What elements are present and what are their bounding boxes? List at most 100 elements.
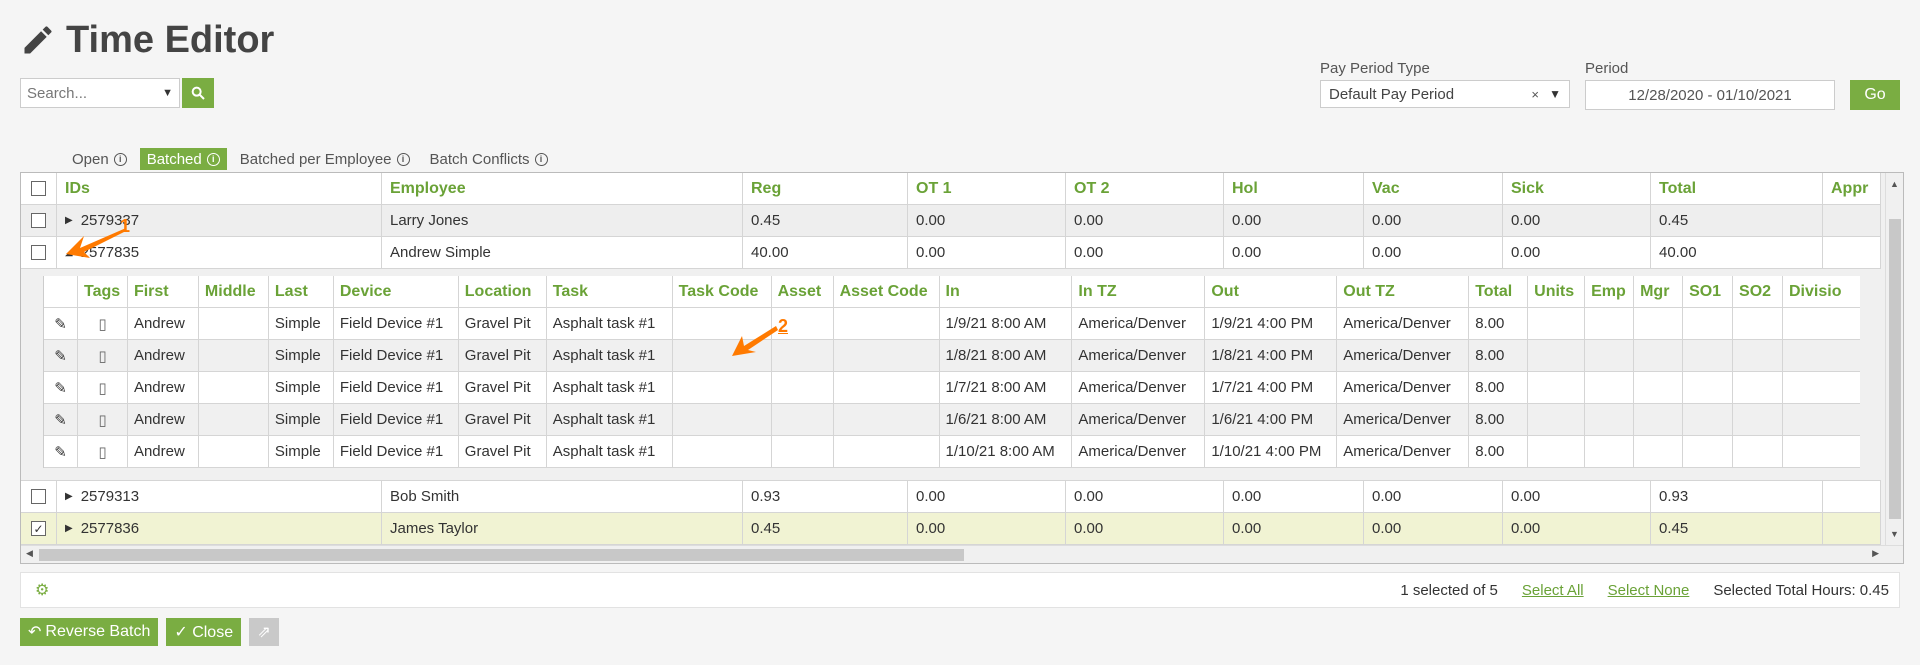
select-all-link[interactable]: Select All [1522,582,1584,599]
row-checkbox[interactable] [31,489,46,504]
col-vac[interactable]: Vac [1364,173,1503,204]
col-reg[interactable]: Reg [743,173,908,204]
horizontal-scrollbar[interactable]: ◀ ▶ [21,545,1903,563]
out-cell: 1/9/21 4:00 PM [1205,308,1338,339]
grid-header: IDs Employee Reg OT 1 OT 2 Hol Vac Sick … [21,173,1881,205]
row-checkbox[interactable] [31,245,46,260]
search-input[interactable]: Search... ▼ [20,78,180,108]
scroll-right-icon[interactable]: ▶ [1872,548,1879,559]
in-cell: 1/8/21 8:00 AM [939,340,1073,371]
annotation-marker-1: 1 [120,216,131,236]
col-ot2[interactable]: OT 2 [1066,173,1224,204]
col-first[interactable]: First [128,276,199,307]
middle-cell [198,340,269,371]
punch-row[interactable]: ✎ ▯ Andrew Simple Field Device #1 Gravel… [44,404,1860,436]
pay-period-type-select[interactable]: Default Pay Period × ▼ [1320,80,1570,108]
tab-bar: Open i Batched i Batched per Employee i Bat… [65,148,555,170]
tab-open[interactable]: Open i [65,148,134,170]
select-all-checkbox[interactable] [31,181,46,196]
asset-code-cell [833,340,940,371]
expand-caret-icon[interactable]: ▶ [65,523,73,534]
scroll-left-icon[interactable]: ◀ [26,548,33,559]
col-device[interactable]: Device [334,276,459,307]
col-so1[interactable]: SO1 [1683,276,1734,307]
export-button[interactable]: ⇗ [249,618,280,646]
col-middle[interactable]: Middle [199,276,269,307]
clear-icon[interactable]: × [1531,87,1539,102]
chevron-down-icon[interactable]: ▼ [1549,87,1561,101]
close-button[interactable]: ✓ Close [166,618,242,646]
total-cell: 8.00 [1469,404,1529,435]
col-asset-code[interactable]: Asset Code [834,276,940,307]
col-approved[interactable]: Appr [1823,173,1881,204]
col-in-tz[interactable]: In TZ [1072,276,1206,307]
row-checkbox-checked[interactable]: ✓ [31,521,46,536]
tab-batched[interactable]: Batched i [139,148,227,170]
col-so2[interactable]: SO2 [1733,276,1783,307]
col-in[interactable]: In [940,276,1073,307]
punch-row[interactable]: ✎ ▯ Andrew Simple Field Device #1 Gravel… [44,436,1860,468]
pencil-icon[interactable]: ✎ [54,347,67,365]
col-ot1[interactable]: OT 1 [908,173,1066,204]
total-cell: 8.00 [1469,372,1529,403]
col-units[interactable]: Units [1528,276,1586,307]
hol-cell: 0.00 [1224,205,1364,236]
col-ids[interactable]: IDs [57,173,382,204]
col-emp[interactable]: Emp [1585,276,1635,307]
chevron-down-icon[interactable]: ▼ [162,87,173,99]
expand-caret-icon[interactable]: ▶ [65,491,73,502]
page-title-text: Time Editor [66,18,275,61]
col-total[interactable]: Total [1469,276,1529,307]
pencil-icon[interactable]: ✎ [54,443,67,461]
scroll-down-icon[interactable]: ▼ [1890,529,1899,539]
select-none-link[interactable]: Select None [1608,582,1690,599]
punch-row[interactable]: ✎ ▯ Andrew Simple Field Device #1 Gravel… [44,372,1860,404]
tab-batched-per-employee[interactable]: Batched per Employee i [233,148,417,170]
so2-cell [1733,372,1783,403]
vertical-scroll-thumb[interactable] [1889,219,1901,519]
pencil-icon[interactable]: ✎ [54,315,67,333]
table-row[interactable]: ◢2577835 Andrew Simple 40.00 0.00 0.00 0… [21,237,1881,269]
col-mgr[interactable]: Mgr [1634,276,1684,307]
col-division[interactable]: Divisio [1783,276,1860,307]
col-asset[interactable]: Asset [772,276,834,307]
employee-cell: Andrew Simple [382,237,743,268]
col-sick[interactable]: Sick [1503,173,1651,204]
col-hol[interactable]: Hol [1224,173,1364,204]
pencil-icon[interactable]: ✎ [54,411,67,429]
period-label: Period [1585,60,1629,77]
mobile-device-icon: ▯ [98,379,107,397]
info-icon: i [534,152,548,166]
horizontal-scroll-thumb[interactable] [39,549,964,561]
go-button[interactable]: Go [1850,80,1900,110]
row-checkbox[interactable] [31,213,46,228]
table-row-selected[interactable]: ✓ ▶ 2577836 James Taylor 0.45 0.00 0.00 0… [21,513,1881,545]
punch-row[interactable]: ✎ ▯ Andrew Simple Field Device #1 Gravel… [44,340,1860,372]
reverse-batch-button[interactable]: ↶ Reverse Batch [20,618,159,646]
col-total[interactable]: Total [1651,173,1823,204]
col-employee[interactable]: Employee [382,173,743,204]
mgr-cell [1634,308,1684,339]
col-last[interactable]: Last [269,276,334,307]
period-input[interactable]: 12/28/2020 - 01/10/2021 [1585,80,1835,110]
sick-cell: 0.00 [1503,237,1651,268]
col-task-code[interactable]: Task Code [673,276,772,307]
pencil-icon[interactable]: ✎ [54,379,67,397]
col-location[interactable]: Location [459,276,547,307]
total-cell: 40.00 [1651,237,1823,268]
punch-row[interactable]: ✎ ▯ Andrew Simple Field Device #1 Gravel… [44,308,1860,340]
table-row[interactable]: ▶ 2579337 Larry Jones 0.45 0.00 0.00 0.00… [21,205,1881,237]
table-row[interactable]: ▶ 2579313 Bob Smith 0.93 0.00 0.00 0.00 0… [21,481,1881,513]
search-button[interactable] [182,78,214,108]
col-out[interactable]: Out [1205,276,1338,307]
col-task[interactable]: Task [547,276,673,307]
col-tags[interactable]: Tags [78,276,128,307]
vertical-scrollbar[interactable]: ▲ ▼ [1885,173,1903,563]
scroll-up-icon[interactable]: ▲ [1890,179,1899,189]
division-cell [1783,372,1860,403]
gear-icon[interactable]: ⚙ [35,580,49,600]
detail-header: Tags First Middle Last Device Location T… [44,276,1860,308]
ot2-cell: 0.00 [1066,205,1224,236]
tab-batch-conflicts[interactable]: Batch Conflicts i [423,148,555,170]
col-out-tz[interactable]: Out TZ [1337,276,1470,307]
